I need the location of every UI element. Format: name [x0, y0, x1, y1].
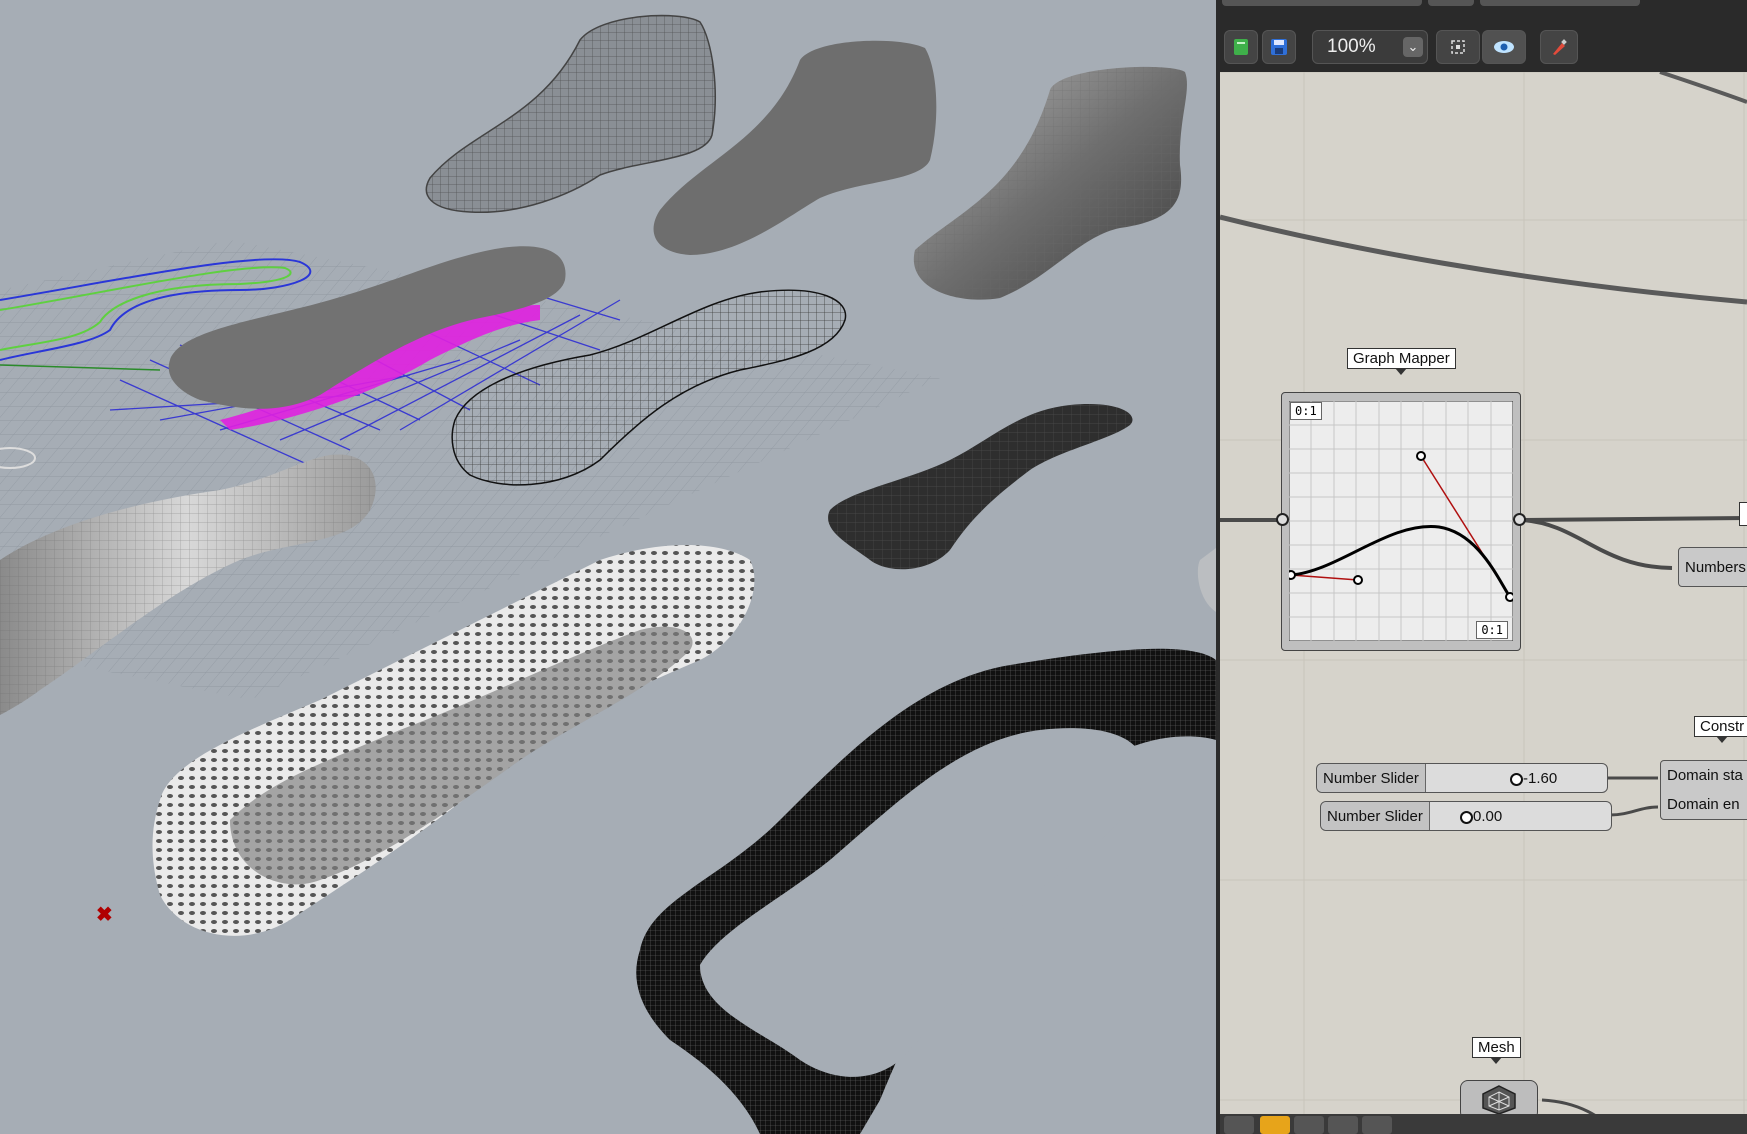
construct-domain-component[interactable]: Domain sta Domain en: [1660, 760, 1747, 820]
number-slider-1-label: Number Slider: [1317, 764, 1426, 792]
graph-domain-label-bottom: 0:1: [1476, 621, 1508, 639]
new-document-button[interactable]: [1224, 30, 1258, 64]
canvas-bottom-toolbar: [1220, 1114, 1747, 1134]
pin-icon[interactable]: [1224, 1116, 1254, 1134]
preview-eye-icon: [1494, 41, 1514, 53]
input-port[interactable]: [1276, 513, 1289, 526]
number-slider-1-value: -1.60: [1523, 770, 1558, 787]
paint-brush-button[interactable]: [1540, 30, 1578, 64]
curve-icon[interactable]: [1362, 1116, 1392, 1134]
preview-button[interactable]: [1482, 30, 1526, 64]
number-slider-2-knob[interactable]: [1460, 811, 1473, 824]
numbers-component[interactable]: Numbers: [1678, 547, 1747, 587]
save-button[interactable]: [1262, 30, 1296, 64]
numbers-label: Numbers: [1685, 558, 1746, 576]
zoom-value: 100%: [1327, 36, 1376, 57]
x-mark-icon: ✖: [96, 904, 113, 926]
number-slider-1-knob[interactable]: [1510, 773, 1523, 786]
document-tab-strip-2[interactable]: [1428, 0, 1474, 6]
wire-display-icon[interactable]: [1260, 1116, 1290, 1134]
cluster-icon[interactable]: [1294, 1116, 1324, 1134]
number-slider-2-label: Number Slider: [1321, 802, 1430, 830]
number-slider-2[interactable]: Number Slider 0.00: [1320, 801, 1612, 831]
grasshopper-editor: 100% ⌄ Graph Mapper 0:1 0:1 Numbers Cons…: [1220, 0, 1747, 1134]
number-slider-1[interactable]: Number Slider -1.60: [1316, 763, 1608, 793]
zoom-extents-button[interactable]: [1436, 30, 1480, 64]
document-tab-strip-3[interactable]: [1480, 0, 1640, 6]
domain-end-input[interactable]: Domain en: [1667, 796, 1740, 813]
graph-mapper-component[interactable]: 0:1 0:1: [1276, 392, 1526, 651]
save-icon: [1271, 39, 1287, 55]
new-document-icon: [1234, 39, 1248, 55]
output-port[interactable]: [1513, 513, 1526, 526]
grasshopper-canvas[interactable]: Graph Mapper 0:1 0:1 Numbers Constr Numb…: [1220, 72, 1747, 1134]
binary-icon[interactable]: [1328, 1116, 1358, 1134]
rhino-3d-viewport[interactable]: ✖: [0, 0, 1216, 1134]
mesh-icon: [1482, 1085, 1516, 1115]
chevron-down-icon[interactable]: ⌄: [1403, 37, 1423, 57]
domain-start-input[interactable]: Domain sta: [1667, 767, 1743, 784]
zoom-extents-icon: [1451, 40, 1465, 54]
graph-domain-label-top: 0:1: [1290, 402, 1322, 420]
mesh-tag: Mesh: [1472, 1037, 1521, 1064]
construct-domain-tag: Constr: [1694, 716, 1747, 743]
edge-tag: [1739, 502, 1747, 526]
graph-mapper-tag: Graph Mapper: [1347, 348, 1456, 375]
document-tab-strip[interactable]: [1222, 0, 1422, 6]
viewport-scene: [0, 14, 1216, 1134]
number-slider-2-value: 0.00: [1473, 808, 1503, 825]
graph-mapper-plot[interactable]: [1289, 401, 1513, 641]
grasshopper-toolbar: 100% ⌄: [1220, 0, 1747, 72]
zoom-control[interactable]: 100% ⌄: [1312, 30, 1428, 64]
paint-brush-icon: [1553, 39, 1567, 55]
